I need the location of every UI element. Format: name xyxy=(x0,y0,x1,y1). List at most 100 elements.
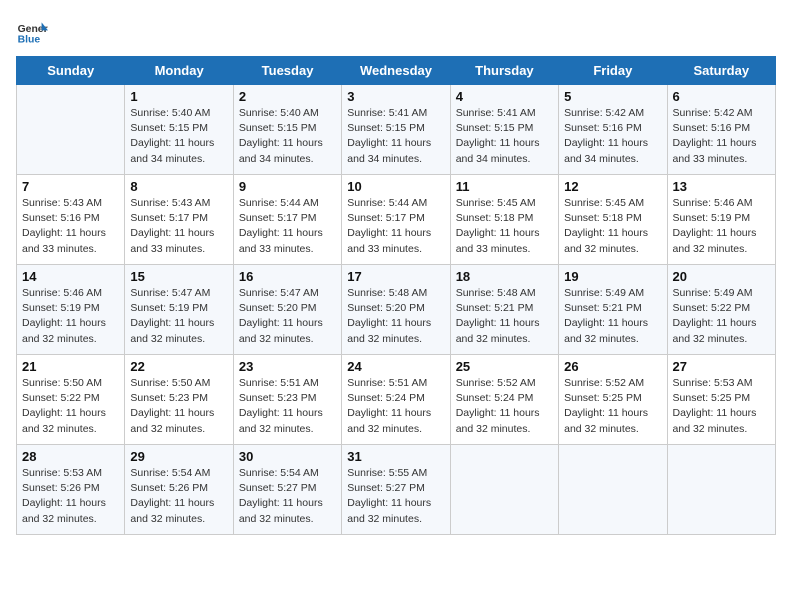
day-number: 31 xyxy=(347,449,444,464)
day-number: 22 xyxy=(130,359,227,374)
day-number: 25 xyxy=(456,359,553,374)
day-number: 8 xyxy=(130,179,227,194)
day-number: 16 xyxy=(239,269,336,284)
day-info: Sunrise: 5:51 AM Sunset: 5:24 PM Dayligh… xyxy=(347,376,444,437)
day-cell xyxy=(17,85,125,175)
col-header-friday: Friday xyxy=(559,57,667,85)
day-cell: 4 Sunrise: 5:41 AM Sunset: 5:15 PM Dayli… xyxy=(450,85,558,175)
day-info: Sunrise: 5:46 AM Sunset: 5:19 PM Dayligh… xyxy=(673,196,770,257)
day-number: 30 xyxy=(239,449,336,464)
col-header-thursday: Thursday xyxy=(450,57,558,85)
day-number: 17 xyxy=(347,269,444,284)
day-cell: 10 Sunrise: 5:44 AM Sunset: 5:17 PM Dayl… xyxy=(342,175,450,265)
day-info: Sunrise: 5:40 AM Sunset: 5:15 PM Dayligh… xyxy=(130,106,227,167)
svg-text:Blue: Blue xyxy=(18,34,41,45)
day-info: Sunrise: 5:44 AM Sunset: 5:17 PM Dayligh… xyxy=(347,196,444,257)
day-number: 11 xyxy=(456,179,553,194)
day-info: Sunrise: 5:48 AM Sunset: 5:20 PM Dayligh… xyxy=(347,286,444,347)
day-cell: 15 Sunrise: 5:47 AM Sunset: 5:19 PM Dayl… xyxy=(125,265,233,355)
day-info: Sunrise: 5:51 AM Sunset: 5:23 PM Dayligh… xyxy=(239,376,336,437)
col-header-tuesday: Tuesday xyxy=(233,57,341,85)
day-cell: 30 Sunrise: 5:54 AM Sunset: 5:27 PM Dayl… xyxy=(233,445,341,535)
day-number: 28 xyxy=(22,449,119,464)
day-cell: 18 Sunrise: 5:48 AM Sunset: 5:21 PM Dayl… xyxy=(450,265,558,355)
day-info: Sunrise: 5:41 AM Sunset: 5:15 PM Dayligh… xyxy=(456,106,553,167)
day-cell xyxy=(450,445,558,535)
logo-icon: General Blue xyxy=(16,16,48,48)
day-info: Sunrise: 5:50 AM Sunset: 5:22 PM Dayligh… xyxy=(22,376,119,437)
day-info: Sunrise: 5:53 AM Sunset: 5:25 PM Dayligh… xyxy=(673,376,770,437)
day-number: 23 xyxy=(239,359,336,374)
day-cell: 24 Sunrise: 5:51 AM Sunset: 5:24 PM Dayl… xyxy=(342,355,450,445)
day-info: Sunrise: 5:45 AM Sunset: 5:18 PM Dayligh… xyxy=(564,196,661,257)
day-number: 6 xyxy=(673,89,770,104)
day-number: 12 xyxy=(564,179,661,194)
week-row-4: 21 Sunrise: 5:50 AM Sunset: 5:22 PM Dayl… xyxy=(17,355,776,445)
day-info: Sunrise: 5:52 AM Sunset: 5:25 PM Dayligh… xyxy=(564,376,661,437)
day-number: 3 xyxy=(347,89,444,104)
day-cell: 13 Sunrise: 5:46 AM Sunset: 5:19 PM Dayl… xyxy=(667,175,775,265)
week-row-3: 14 Sunrise: 5:46 AM Sunset: 5:19 PM Dayl… xyxy=(17,265,776,355)
day-info: Sunrise: 5:53 AM Sunset: 5:26 PM Dayligh… xyxy=(22,466,119,527)
day-info: Sunrise: 5:54 AM Sunset: 5:26 PM Dayligh… xyxy=(130,466,227,527)
day-number: 13 xyxy=(673,179,770,194)
col-header-monday: Monday xyxy=(125,57,233,85)
day-cell xyxy=(667,445,775,535)
day-info: Sunrise: 5:55 AM Sunset: 5:27 PM Dayligh… xyxy=(347,466,444,527)
day-cell: 11 Sunrise: 5:45 AM Sunset: 5:18 PM Dayl… xyxy=(450,175,558,265)
day-cell: 9 Sunrise: 5:44 AM Sunset: 5:17 PM Dayli… xyxy=(233,175,341,265)
day-cell: 28 Sunrise: 5:53 AM Sunset: 5:26 PM Dayl… xyxy=(17,445,125,535)
day-info: Sunrise: 5:45 AM Sunset: 5:18 PM Dayligh… xyxy=(456,196,553,257)
day-cell: 2 Sunrise: 5:40 AM Sunset: 5:15 PM Dayli… xyxy=(233,85,341,175)
day-number: 10 xyxy=(347,179,444,194)
day-number: 29 xyxy=(130,449,227,464)
day-cell: 23 Sunrise: 5:51 AM Sunset: 5:23 PM Dayl… xyxy=(233,355,341,445)
day-number: 15 xyxy=(130,269,227,284)
page-header: General Blue xyxy=(16,16,776,48)
day-cell: 31 Sunrise: 5:55 AM Sunset: 5:27 PM Dayl… xyxy=(342,445,450,535)
day-cell: 3 Sunrise: 5:41 AM Sunset: 5:15 PM Dayli… xyxy=(342,85,450,175)
day-number: 9 xyxy=(239,179,336,194)
day-number: 14 xyxy=(22,269,119,284)
day-number: 2 xyxy=(239,89,336,104)
day-info: Sunrise: 5:41 AM Sunset: 5:15 PM Dayligh… xyxy=(347,106,444,167)
day-info: Sunrise: 5:40 AM Sunset: 5:15 PM Dayligh… xyxy=(239,106,336,167)
day-cell: 27 Sunrise: 5:53 AM Sunset: 5:25 PM Dayl… xyxy=(667,355,775,445)
day-info: Sunrise: 5:42 AM Sunset: 5:16 PM Dayligh… xyxy=(673,106,770,167)
day-info: Sunrise: 5:43 AM Sunset: 5:16 PM Dayligh… xyxy=(22,196,119,257)
day-info: Sunrise: 5:43 AM Sunset: 5:17 PM Dayligh… xyxy=(130,196,227,257)
day-info: Sunrise: 5:48 AM Sunset: 5:21 PM Dayligh… xyxy=(456,286,553,347)
day-cell: 19 Sunrise: 5:49 AM Sunset: 5:21 PM Dayl… xyxy=(559,265,667,355)
day-number: 7 xyxy=(22,179,119,194)
week-row-2: 7 Sunrise: 5:43 AM Sunset: 5:16 PM Dayli… xyxy=(17,175,776,265)
day-info: Sunrise: 5:54 AM Sunset: 5:27 PM Dayligh… xyxy=(239,466,336,527)
day-info: Sunrise: 5:46 AM Sunset: 5:19 PM Dayligh… xyxy=(22,286,119,347)
day-cell: 7 Sunrise: 5:43 AM Sunset: 5:16 PM Dayli… xyxy=(17,175,125,265)
logo: General Blue xyxy=(16,16,52,48)
col-header-wednesday: Wednesday xyxy=(342,57,450,85)
day-number: 21 xyxy=(22,359,119,374)
day-info: Sunrise: 5:50 AM Sunset: 5:23 PM Dayligh… xyxy=(130,376,227,437)
day-number: 26 xyxy=(564,359,661,374)
day-cell: 22 Sunrise: 5:50 AM Sunset: 5:23 PM Dayl… xyxy=(125,355,233,445)
col-header-saturday: Saturday xyxy=(667,57,775,85)
day-cell: 1 Sunrise: 5:40 AM Sunset: 5:15 PM Dayli… xyxy=(125,85,233,175)
day-cell: 14 Sunrise: 5:46 AM Sunset: 5:19 PM Dayl… xyxy=(17,265,125,355)
day-number: 24 xyxy=(347,359,444,374)
day-info: Sunrise: 5:47 AM Sunset: 5:20 PM Dayligh… xyxy=(239,286,336,347)
day-cell: 21 Sunrise: 5:50 AM Sunset: 5:22 PM Dayl… xyxy=(17,355,125,445)
day-cell: 16 Sunrise: 5:47 AM Sunset: 5:20 PM Dayl… xyxy=(233,265,341,355)
week-row-5: 28 Sunrise: 5:53 AM Sunset: 5:26 PM Dayl… xyxy=(17,445,776,535)
day-number: 5 xyxy=(564,89,661,104)
day-cell: 8 Sunrise: 5:43 AM Sunset: 5:17 PM Dayli… xyxy=(125,175,233,265)
day-cell: 5 Sunrise: 5:42 AM Sunset: 5:16 PM Dayli… xyxy=(559,85,667,175)
day-number: 18 xyxy=(456,269,553,284)
day-cell: 29 Sunrise: 5:54 AM Sunset: 5:26 PM Dayl… xyxy=(125,445,233,535)
day-info: Sunrise: 5:44 AM Sunset: 5:17 PM Dayligh… xyxy=(239,196,336,257)
week-row-1: 1 Sunrise: 5:40 AM Sunset: 5:15 PM Dayli… xyxy=(17,85,776,175)
col-header-sunday: Sunday xyxy=(17,57,125,85)
day-number: 20 xyxy=(673,269,770,284)
day-number: 27 xyxy=(673,359,770,374)
day-cell: 6 Sunrise: 5:42 AM Sunset: 5:16 PM Dayli… xyxy=(667,85,775,175)
day-cell: 25 Sunrise: 5:52 AM Sunset: 5:24 PM Dayl… xyxy=(450,355,558,445)
